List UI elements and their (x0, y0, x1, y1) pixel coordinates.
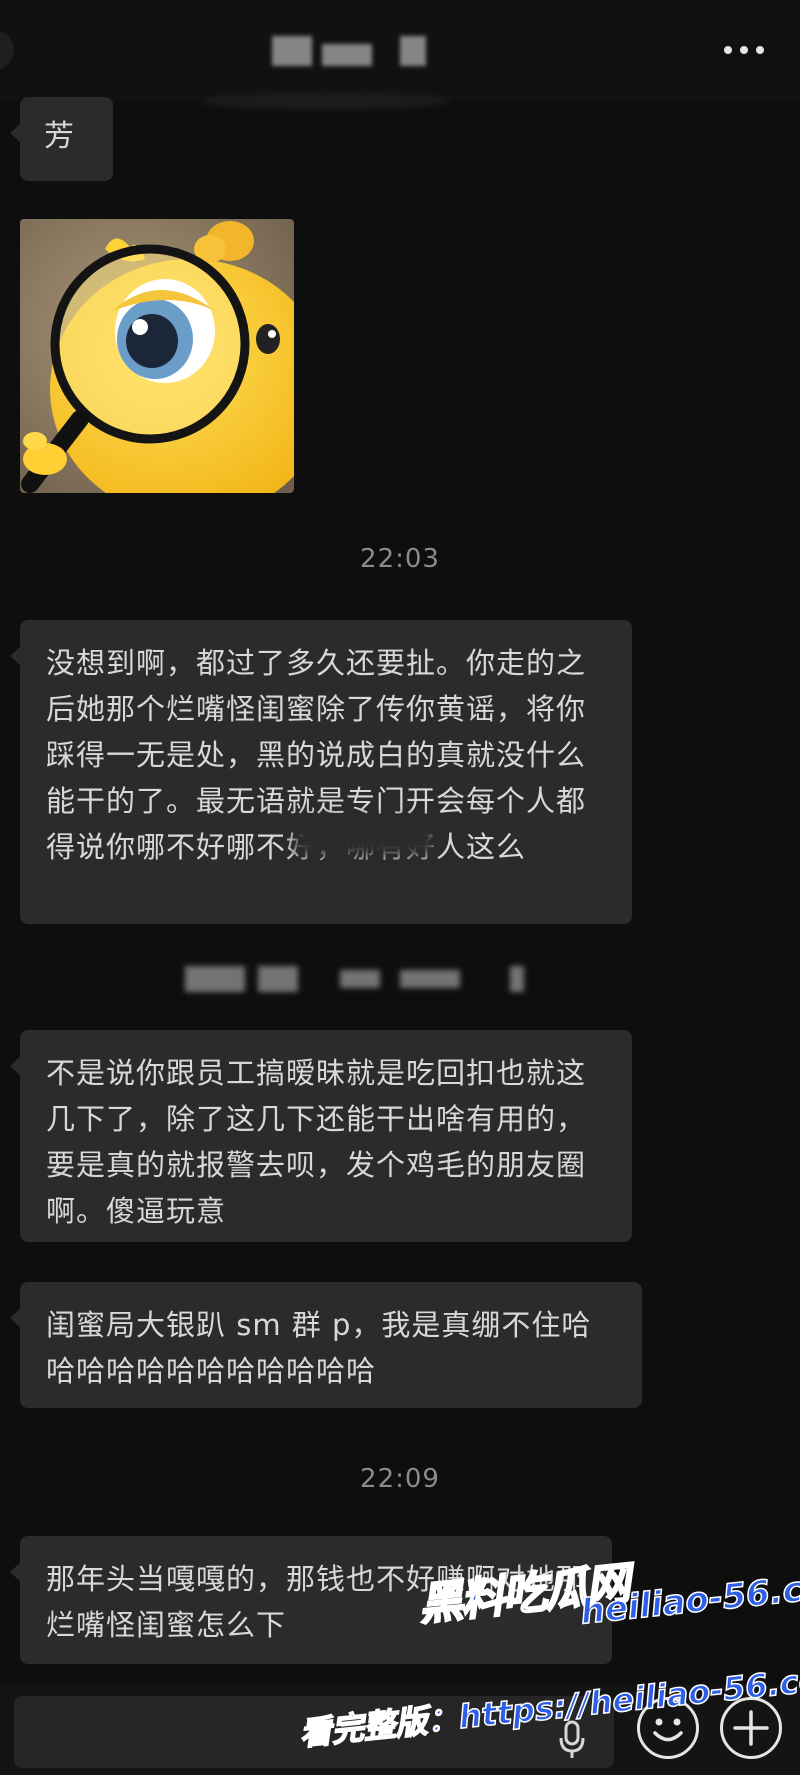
contact-name-blurred (322, 44, 372, 66)
header-shadow (200, 92, 450, 110)
message-text: 不是说你跟员工搞暧昧就是吃回扣也就这几下了，除了这几下还能干出啥有用的，要是真的… (46, 1056, 587, 1228)
blurred-region (295, 818, 435, 856)
more-icon[interactable] (724, 46, 764, 56)
chat-header (0, 0, 800, 100)
message-bubble[interactable]: 没想到啊，都过了多久还要扯。你走的之后她那个烂嘴怪闺蜜除了传你黄谣，将你踩得一无… (10, 620, 632, 924)
message-bubble[interactable]: 芳 (10, 97, 113, 181)
timestamp: 22:09 (360, 1464, 440, 1494)
contact-name-blurred (400, 36, 426, 66)
blurred-system-text (185, 966, 245, 992)
blurred-system-text (400, 970, 460, 988)
message-bubble[interactable]: 不是说你跟员工搞暧昧就是吃回扣也就这几下了，除了这几下还能干出啥有用的，要是真的… (10, 1030, 632, 1242)
blurred-system-text (340, 970, 380, 988)
contact-name-blurred (272, 36, 312, 66)
blurred-system-text (510, 966, 524, 992)
back-icon[interactable] (0, 30, 14, 70)
timestamp: 22:03 (360, 544, 440, 574)
duck-magnifier-icon (20, 219, 294, 493)
sticker-image[interactable] (20, 219, 294, 493)
message-text: 芳 (44, 119, 75, 154)
message-bubble[interactable]: 闺蜜局大银趴 sm 群 p，我是真绷不住哈哈哈哈哈哈哈哈哈哈哈哈 (10, 1282, 642, 1408)
blurred-system-text (258, 966, 298, 992)
message-text: 闺蜜局大银趴 sm 群 p，我是真绷不住哈哈哈哈哈哈哈哈哈哈哈哈 (46, 1308, 592, 1388)
